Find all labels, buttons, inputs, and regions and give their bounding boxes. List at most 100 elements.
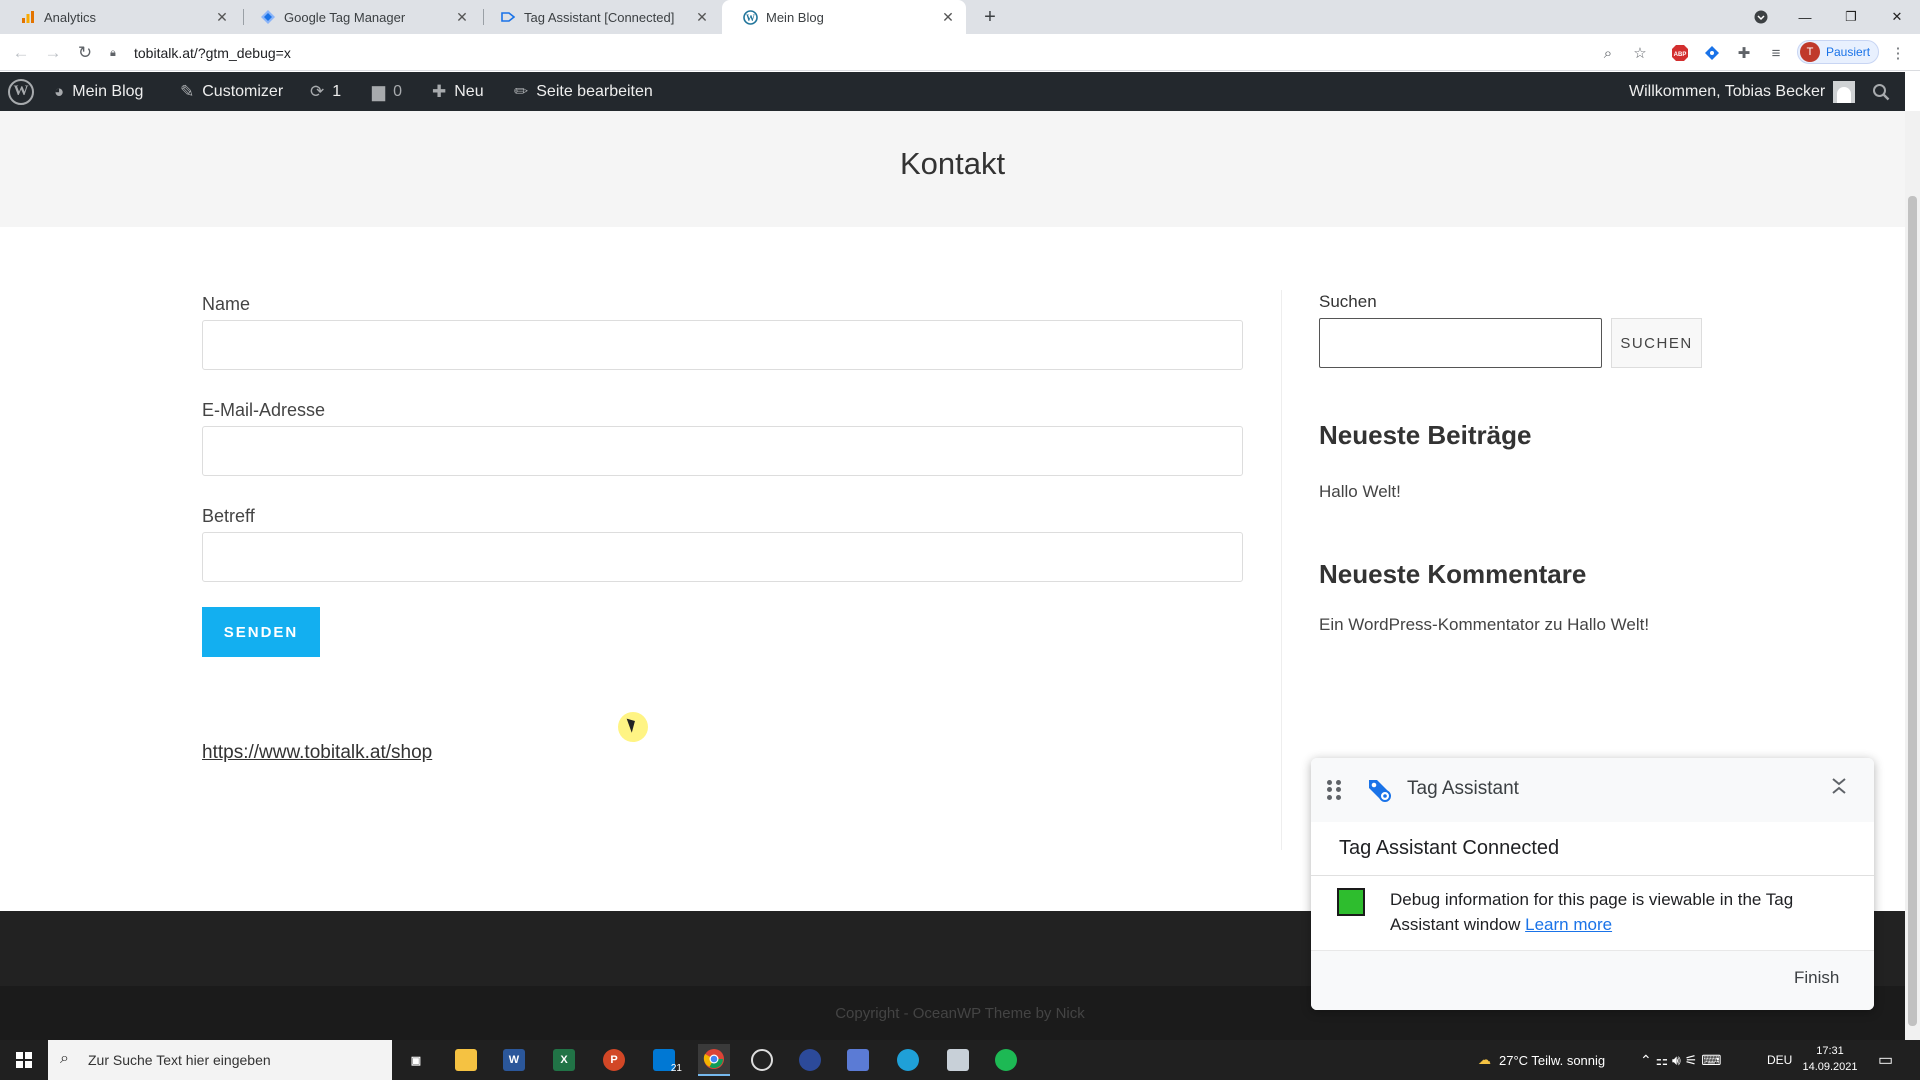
close-window-button[interactable]: ✕ [1874, 0, 1920, 34]
name-label: Name [202, 294, 251, 314]
app-icon[interactable] [794, 1044, 826, 1076]
tab-search-icon[interactable] [1738, 0, 1784, 34]
sidebar-search-input[interactable] [1319, 318, 1602, 368]
svg-text:W: W [746, 13, 755, 23]
tag-assistant-header[interactable]: Tag Assistant [1311, 758, 1874, 822]
mail-icon[interactable]: 21 [648, 1044, 682, 1076]
task-view-icon[interactable]: ▣ [400, 1044, 432, 1076]
close-icon[interactable]: ✕ [214, 9, 230, 25]
browser-tabstrip: Analytics ✕ Google Tag Manager ✕ Tag Ass… [0, 0, 1920, 34]
avatar [1833, 80, 1856, 103]
customizer-menu[interactable]: ✎ Customizer [180, 72, 283, 111]
notification-icon[interactable]: ▭ [1878, 1040, 1893, 1080]
close-icon[interactable]: ✕ [694, 9, 710, 25]
new-tab-button[interactable]: + [977, 5, 1003, 29]
edge-icon[interactable] [892, 1044, 924, 1076]
start-button[interactable] [0, 1040, 48, 1080]
recent-comment-link[interactable]: Ein WordPress-Kommentator zu Hallo Welt! [1319, 615, 1649, 635]
gtm-icon [260, 9, 276, 25]
updates-menu[interactable]: ⟳ 1 [310, 72, 341, 111]
send-button[interactable]: SENDEN [202, 607, 320, 657]
tab-mein-blog[interactable]: W Mein Blog ✕ [722, 0, 966, 34]
mail-badge: 21 [670, 1063, 682, 1074]
shop-link[interactable]: https://www.tobitalk.at/shop [202, 742, 432, 764]
page-title: Kontakt [899, 146, 1006, 181]
minimize-button[interactable]: — [1782, 0, 1828, 34]
excel-icon[interactable]: X [548, 1044, 580, 1076]
restore-button[interactable]: ❐ [1828, 0, 1874, 34]
sidebar-search-button[interactable]: SUCHEN [1611, 318, 1702, 368]
email-field[interactable] [202, 426, 1243, 476]
account-menu[interactable]: Willkommen, Tobias Becker [1629, 72, 1856, 111]
lock-icon: 🔒︎ [110, 46, 116, 59]
file-explorer-icon[interactable] [450, 1044, 482, 1076]
back-button[interactable]: ← [8, 40, 34, 66]
address-bar[interactable]: 🔒︎ tobitalk.at/?gtm_debug=x [110, 39, 1590, 67]
windows-taskbar: ⌕ Zur Suche Text hier eingeben ▣ W X P 2… [0, 1040, 1920, 1080]
subject-label: Betreff [202, 506, 255, 526]
bookmark-star-icon[interactable]: ☆ [1628, 40, 1652, 66]
tag-assistant-icon [500, 9, 516, 25]
search-icon: ⌕ [60, 1050, 69, 1067]
collapse-icon[interactable] [1831, 776, 1847, 802]
scrollbar-thumb[interactable] [1908, 196, 1917, 1026]
drag-handle-icon[interactable] [1327, 780, 1341, 800]
spotify-icon[interactable] [990, 1044, 1022, 1076]
analytics-icon [20, 9, 36, 25]
page-scrollbar[interactable] [1905, 111, 1920, 1040]
close-icon[interactable]: ✕ [940, 9, 956, 25]
forward-button[interactable]: → [40, 40, 66, 66]
finish-button[interactable]: Finish [1794, 968, 1839, 988]
tag-assistant-status-heading: Tag Assistant Connected [1339, 837, 1560, 859]
extensions-puzzle-icon[interactable]: ✚ [1732, 40, 1756, 66]
recent-comments-heading: Neueste Kommentare [1319, 559, 1587, 589]
weather-icon: ☁ [1478, 1052, 1491, 1067]
taskbar-search-input[interactable]: ⌕ Zur Suche Text hier eingeben [48, 1040, 392, 1080]
tag-assistant-description: Debug information for this page is viewa… [1390, 890, 1794, 934]
language-indicator[interactable]: DEU [1767, 1040, 1792, 1080]
tag-assistant-panel: Tag Assistant Tag Assistant Connected De… [1311, 758, 1874, 1010]
adblock-icon[interactable]: ABP [1668, 40, 1692, 66]
brush-icon: ✎ [180, 81, 195, 101]
subject-field[interactable] [202, 532, 1243, 582]
learn-more-link[interactable]: Learn more [1525, 915, 1612, 934]
app-icon[interactable] [842, 1044, 874, 1076]
tray-icons[interactable]: ⌃ ⚏ 🔊︎ ⚟ ⌨ [1640, 1040, 1721, 1080]
close-icon[interactable]: ✕ [454, 9, 470, 25]
browser-menu-icon[interactable]: ⋮ [1886, 40, 1910, 66]
recent-post-link[interactable]: Hallo Welt! [1319, 482, 1401, 502]
weather-widget[interactable]: ☁ 27°C Teilw. sonnig [1478, 1040, 1605, 1080]
new-content-menu[interactable]: ✚ Neu [432, 72, 484, 111]
powerpoint-icon[interactable]: P [598, 1044, 630, 1076]
tab-analytics[interactable]: Analytics ✕ [0, 0, 240, 34]
admin-search-icon[interactable] [1872, 72, 1890, 111]
tag-assistant-footer: Finish [1311, 950, 1874, 1010]
tab-google-tag-manager[interactable]: Google Tag Manager ✕ [240, 0, 480, 34]
obs-icon[interactable] [746, 1044, 778, 1076]
reload-button[interactable]: ↻ [72, 40, 98, 66]
profile-avatar: T [1800, 42, 1820, 62]
mouse-cursor-icon [618, 712, 648, 742]
divider [1311, 875, 1874, 876]
chrome-icon[interactable] [698, 1044, 730, 1076]
wordpress-logo-button[interactable]: W [8, 72, 34, 111]
recent-posts-heading: Neueste Beiträge [1319, 420, 1532, 450]
sidebar-divider [1281, 290, 1282, 850]
comments-menu[interactable]: ▆ 0 [372, 72, 402, 111]
edit-page-menu[interactable]: ✏︎ Seite bearbeiten [514, 72, 653, 111]
zoom-icon[interactable]: ⌕ [1596, 40, 1620, 66]
comment-bubble-icon: ▆ [372, 81, 386, 101]
reading-list-icon[interactable]: ≡ [1764, 40, 1788, 66]
profile-button[interactable]: T Pausiert [1797, 40, 1879, 64]
clock[interactable]: 17:31 14.09.2021 [1800, 1043, 1860, 1075]
wordpress-logo-icon: W [8, 78, 34, 105]
tab-tag-assistant[interactable]: Tag Assistant [Connected] ✕ [480, 0, 720, 34]
word-icon[interactable]: W [498, 1044, 530, 1076]
wordpress-icon: W [742, 9, 758, 25]
name-field[interactable] [202, 320, 1243, 370]
site-name-menu[interactable]: ◕ Mein Blog [54, 72, 143, 111]
windows-logo-icon [16, 1052, 32, 1068]
app-icon[interactable] [942, 1044, 974, 1076]
browser-toolbar: ← → ↻ 🔒︎ tobitalk.at/?gtm_debug=x ⌕ ☆ AB… [0, 34, 1920, 71]
tag-assistant-extension-icon[interactable] [1700, 40, 1724, 66]
